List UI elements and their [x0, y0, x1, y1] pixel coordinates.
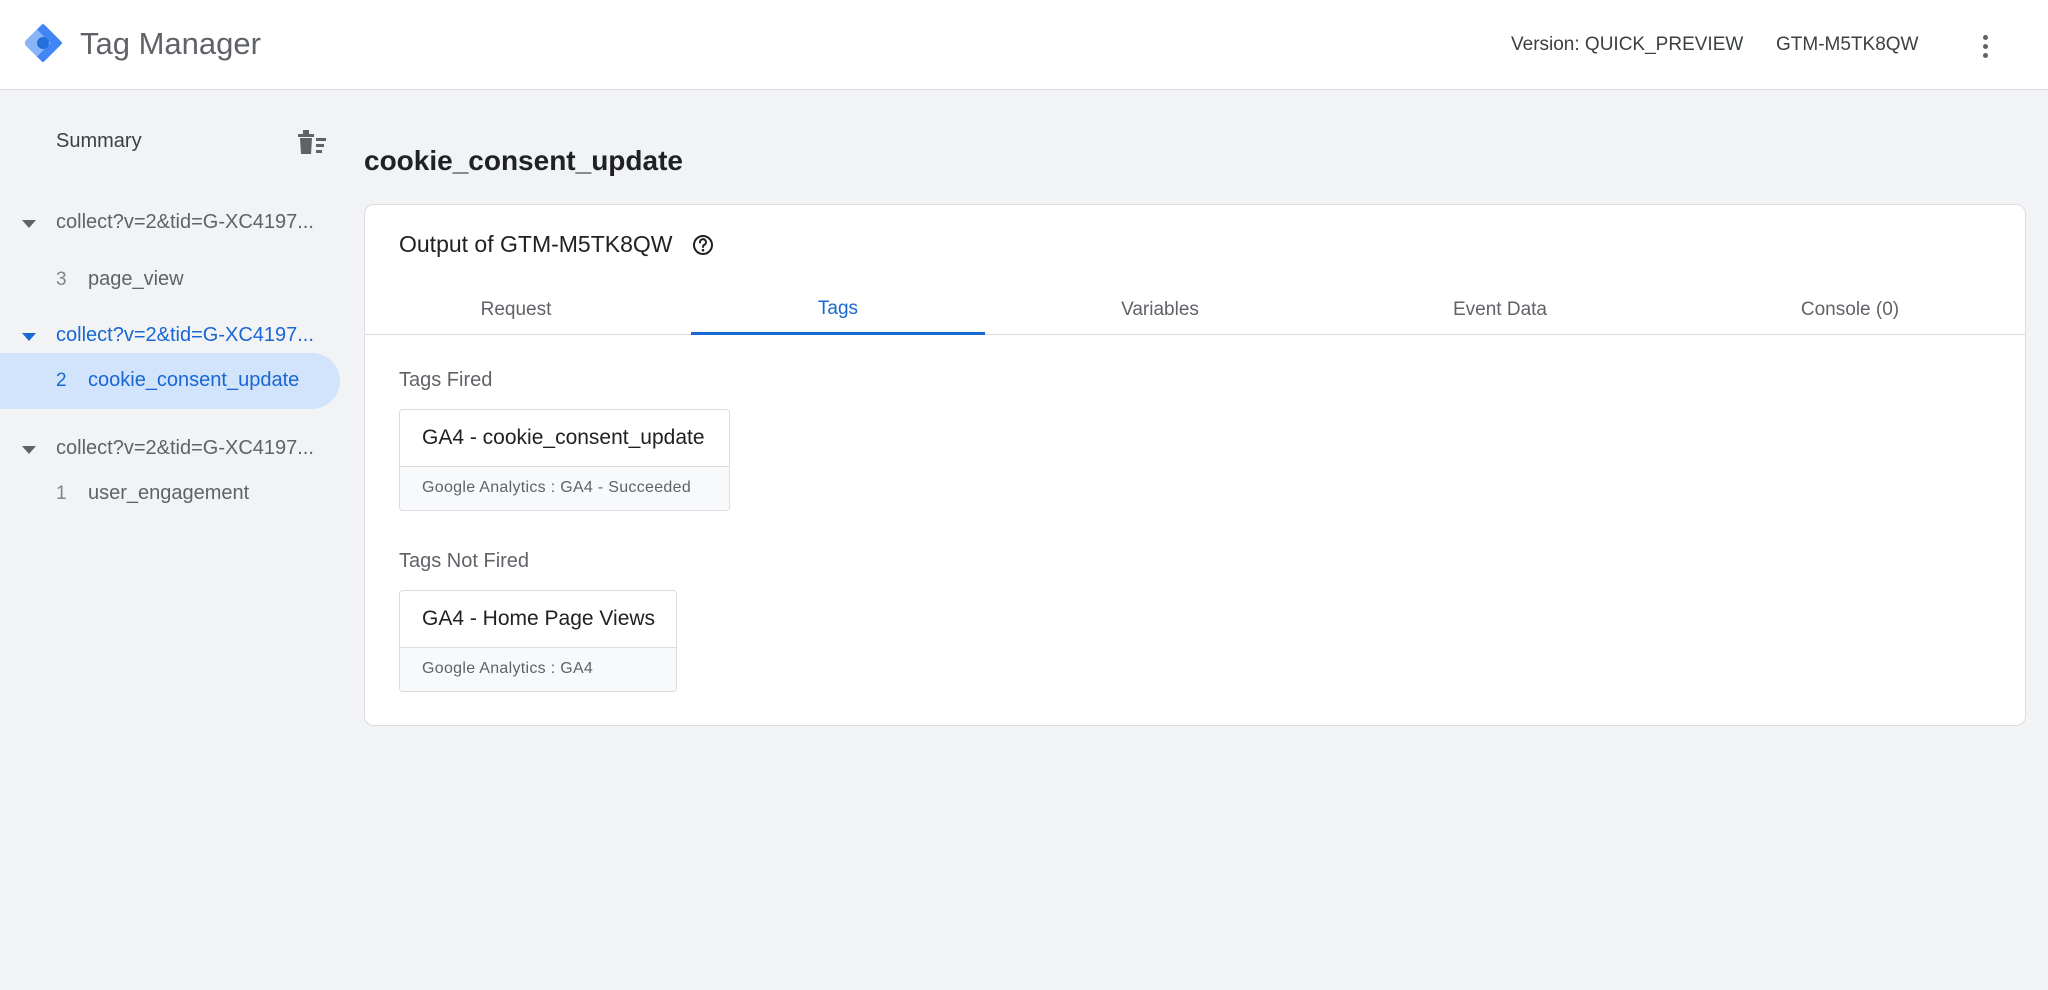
sidebar-event-item[interactable]: 1 user_engagement	[0, 466, 340, 522]
tab-event-data[interactable]: Event Data	[1345, 285, 1655, 335]
tab-request[interactable]: Request	[371, 285, 661, 335]
delete-sweep-icon[interactable]	[296, 128, 328, 156]
tag-name: GA4 - Home Page Views	[422, 607, 656, 630]
tag-detail: Google Analytics : GA4	[400, 647, 676, 691]
gtm-logo-icon[interactable]	[20, 20, 66, 66]
tab-variables[interactable]: Variables	[1005, 285, 1315, 335]
app-title: Tag Manager	[80, 26, 261, 61]
sidebar-event-item-selected[interactable]: 2 cookie_consent_update	[0, 353, 340, 409]
card-title: Output of GTM-M5TK8QW	[399, 231, 673, 257]
sidebar-request-url: collect?v=2&tid=G-XC4197...	[56, 324, 314, 346]
sidebar-request-item[interactable]: collect?v=2&tid=G-XC4197...	[0, 196, 340, 252]
version-label: Version: QUICK_PREVIEW	[1511, 34, 1744, 55]
more-vert-icon[interactable]	[1970, 28, 2000, 64]
caret-down-icon	[22, 446, 36, 454]
caret-down-icon	[22, 220, 36, 228]
tags-fired-heading: Tags Fired	[399, 369, 493, 391]
tag-detail: Google Analytics : GA4 - Succeeded	[400, 466, 729, 510]
event-number: 1	[56, 483, 67, 504]
event-name: cookie_consent_update	[88, 369, 300, 391]
event-name: page_view	[88, 268, 184, 290]
event-number: 2	[56, 370, 67, 391]
output-tabs: Request Tags Variables Event Data Consol…	[365, 285, 2025, 335]
output-card: Output of GTM-M5TK8QW Request Tags Varia…	[364, 204, 2026, 726]
tab-tags[interactable]: Tags	[691, 285, 985, 335]
help-icon[interactable]	[692, 234, 714, 256]
sidebar-summary[interactable]: Summary	[56, 130, 142, 153]
tag-card-not-fired[interactable]: GA4 - Home Page Views Google Analytics :…	[399, 590, 677, 692]
sidebar-request-url: collect?v=2&tid=G-XC4197...	[56, 211, 314, 233]
tab-console[interactable]: Console (0)	[1695, 285, 2005, 335]
sidebar-event-item[interactable]: 3 page_view	[0, 252, 340, 308]
event-number: 3	[56, 269, 67, 290]
page-title: cookie_consent_update	[364, 145, 683, 176]
container-id-label: GTM-M5TK8QW	[1776, 34, 1919, 55]
tags-not-fired-heading: Tags Not Fired	[399, 550, 530, 572]
event-sidebar: Summary collect?v=2&tid=G-XC4197... 3 pa…	[0, 90, 345, 990]
caret-down-icon	[22, 333, 36, 341]
tag-name: GA4 - cookie_consent_update	[422, 426, 705, 449]
sidebar-request-url: collect?v=2&tid=G-XC4197...	[56, 437, 314, 459]
top-app-bar: Tag Manager Version: QUICK_PREVIEW GTM-M…	[0, 0, 2048, 90]
tag-card-fired[interactable]: GA4 - cookie_consent_update Google Analy…	[399, 409, 730, 511]
event-name: user_engagement	[88, 482, 250, 504]
